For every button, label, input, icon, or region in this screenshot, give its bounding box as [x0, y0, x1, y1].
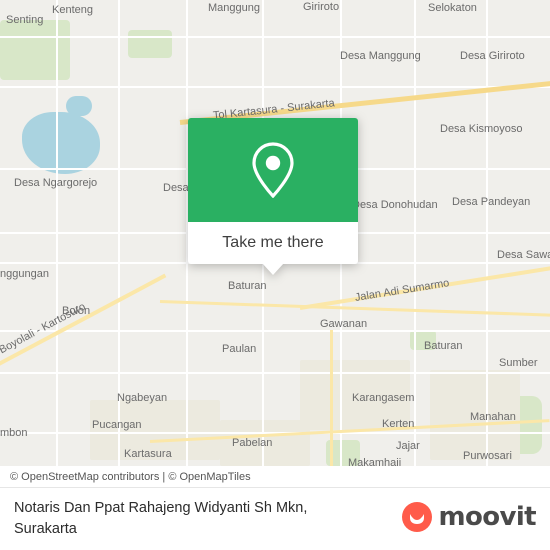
map-label: Giriroto [303, 1, 340, 13]
popup-tail [262, 263, 284, 275]
map-screenshot: Senting Kenteng Manggung Giriroto Selokaton D… [0, 0, 550, 550]
map-label: Baturan [424, 340, 463, 352]
footer: Notaris Dan Ppat Rahajeng Widyanti Sh Mk… [0, 488, 550, 550]
map-label: Kartasura [124, 448, 172, 460]
map-label: nggungan [0, 268, 49, 280]
map-canvas[interactable]: Senting Kenteng Manggung Giriroto Selokaton D… [0, 0, 550, 466]
road [486, 0, 488, 466]
map-label: Gawanan [320, 318, 368, 330]
take-me-there-label: Take me there [222, 234, 324, 251]
map-label: mbon [0, 427, 28, 439]
road [0, 372, 550, 374]
map-label: Makamhaji [348, 457, 402, 466]
location-popup[interactable]: Take me there [188, 118, 358, 275]
map-label: Jajar [396, 440, 420, 452]
place-name: Notaris Dan Ppat Rahajeng Widyanti Sh Mk… [14, 499, 308, 516]
map-label: Desa Donohudan [352, 199, 438, 211]
place-title-block: Notaris Dan Ppat Rahajeng Widyanti Sh Mk… [0, 498, 307, 540]
map-label: Desa Giriroto [460, 50, 525, 62]
map-label: Sumber [499, 357, 538, 369]
map-label: Purwosari [463, 450, 512, 462]
major-road [330, 330, 333, 466]
popup-header [188, 118, 358, 222]
map-label: Paulan [222, 343, 257, 355]
map-label: Karangasem [352, 392, 415, 404]
map-label: Manggung [208, 2, 260, 14]
moovit-brand: moovit [402, 502, 537, 532]
map-label: Desa Sawa [497, 249, 550, 261]
map-label: Desa Pandeyan [452, 196, 531, 208]
map-label: Desa [163, 182, 189, 194]
map-label: Desa Kismoyoso [440, 123, 523, 135]
green-area [0, 20, 70, 80]
green-area [128, 30, 172, 58]
moovit-wordmark: moovit [438, 502, 536, 532]
map-attribution[interactable]: © OpenStreetMap contributors | © OpenMap… [0, 466, 550, 488]
take-me-there-button[interactable]: Take me there [188, 222, 358, 264]
road [56, 0, 58, 466]
place-city: Surakarta [14, 521, 77, 537]
road [0, 330, 550, 332]
map-label: Baturan [228, 280, 267, 292]
moovit-smile-icon [402, 502, 433, 532]
attribution-text: © OpenStreetMap contributors | © OpenMap… [10, 470, 251, 483]
map-label: Pucangan [92, 419, 142, 431]
map-label: Kerten [382, 418, 415, 430]
map-label: Pabelan [232, 437, 273, 449]
map-label: Selokaton [428, 2, 477, 14]
map-label: Manahan [470, 411, 516, 423]
map-label: Desa Ngargorejo [14, 177, 98, 189]
road [0, 36, 550, 38]
map-label: Kenteng [52, 4, 93, 16]
road [0, 86, 550, 88]
water-pond [66, 96, 92, 116]
map-label: Desa Manggung [340, 50, 421, 62]
map-label: Senting [6, 14, 44, 26]
map-pin-icon [250, 142, 296, 198]
map-label: Ngabeyan [117, 392, 168, 404]
